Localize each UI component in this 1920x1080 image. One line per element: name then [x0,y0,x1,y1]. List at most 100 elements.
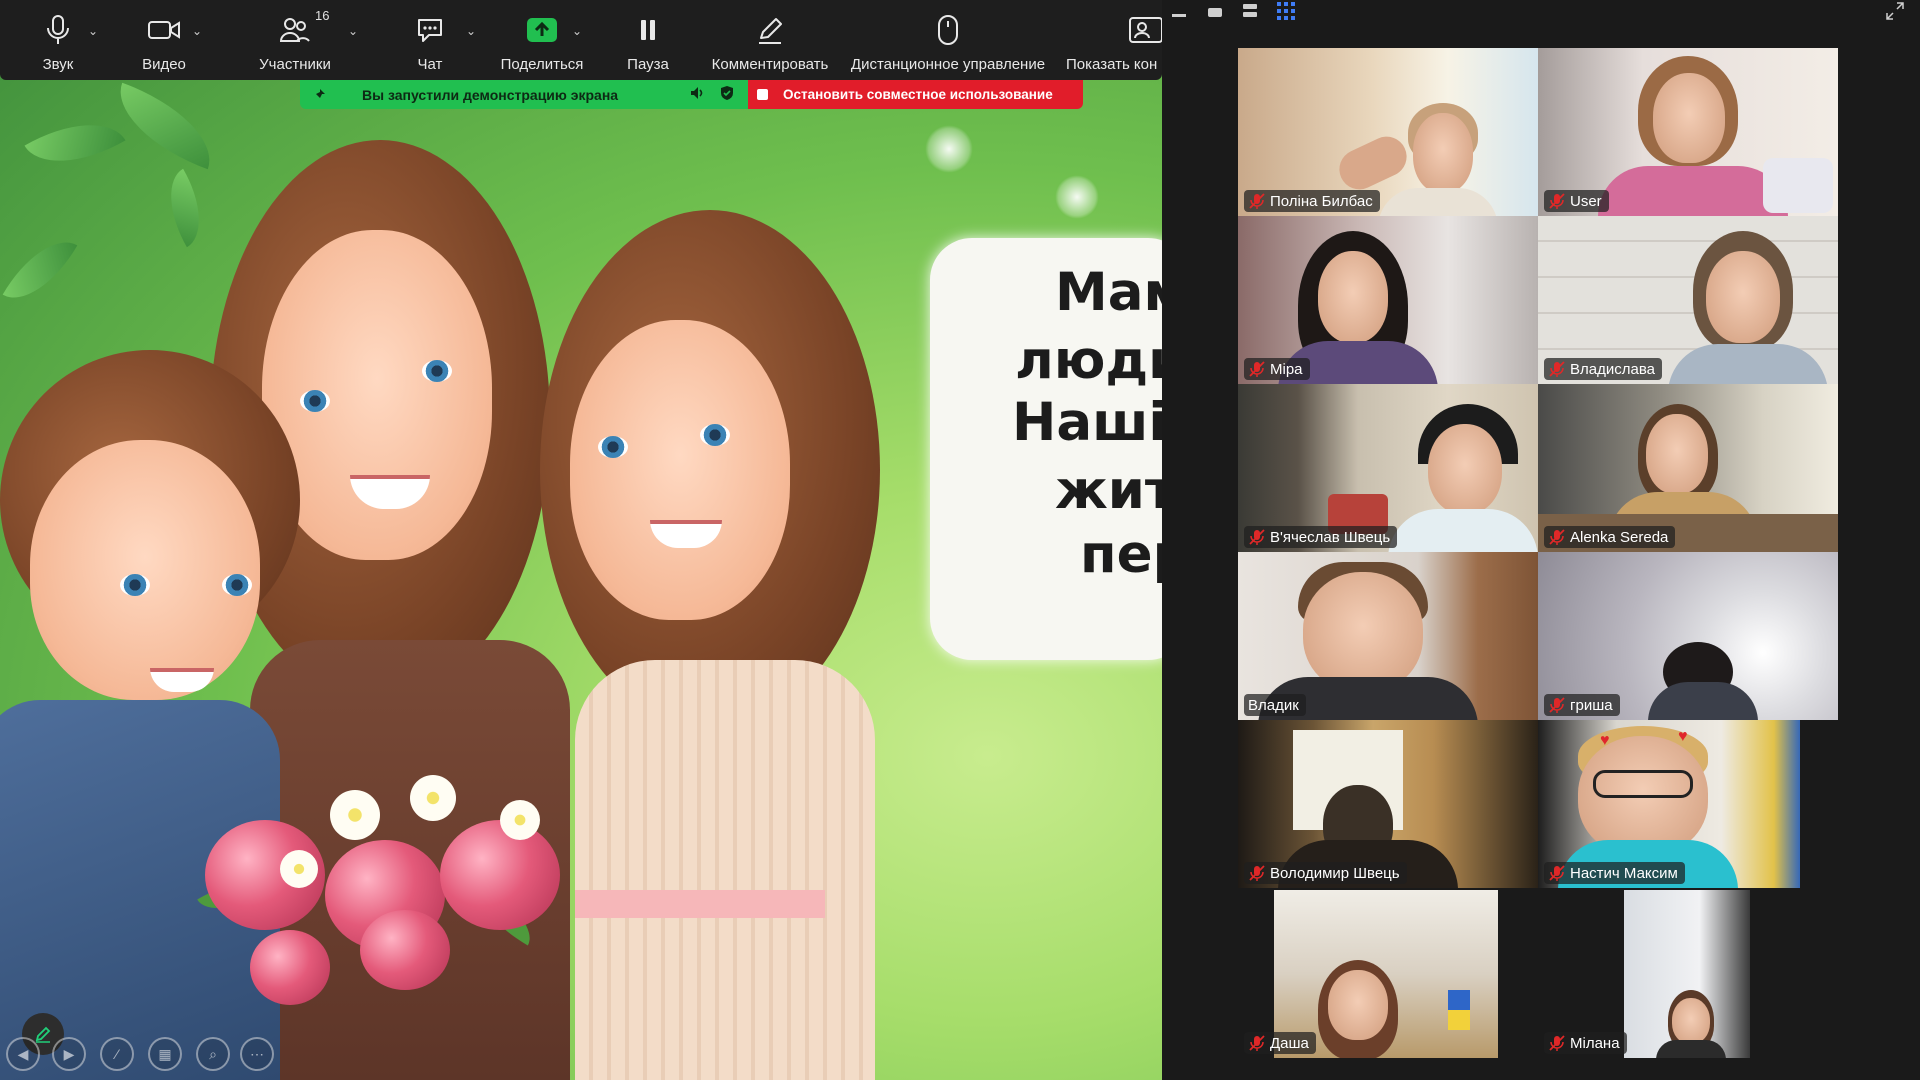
participant-name-tag: Міра [1244,358,1310,380]
fullscreen-icon[interactable] [1886,2,1904,25]
video-tile[interactable]: User [1538,48,1838,216]
pause-share-button[interactable]: Пауза [624,10,672,76]
grid-icon: ▦ [158,1045,172,1062]
speaker-view-icon[interactable] [1243,4,1257,18]
muted-mic-icon [1249,193,1265,209]
chat-icon [418,19,442,42]
video-tile[interactable]: Володимир Швець [1238,720,1538,888]
audio-options-caret[interactable]: ⌄ [88,24,98,38]
annotate-button[interactable]: Комментировать [710,10,830,76]
video-tile[interactable]: ♥ ♥ Настич Максим [1538,720,1800,888]
participant-name-tag: Владислава [1544,358,1662,380]
muted-mic-icon [1549,865,1565,881]
muted-mic-icon [1549,193,1565,209]
participant-name-tag: Даша [1244,1032,1316,1054]
previous-slide-button[interactable]: ◀ [6,1037,40,1071]
sharing-status-text: Вы запустили демонстрацию экрана [362,86,619,103]
video-button[interactable]: Видео [136,10,192,76]
audio-label: Звук [42,56,74,73]
share-screen-icon [527,18,557,42]
chat-options-caret[interactable]: ⌄ [466,24,476,38]
muted-mic-icon [1549,529,1565,545]
arrow-right-icon: ▶ [63,1045,75,1062]
participants-options-caret[interactable]: ⌄ [348,24,358,38]
sharing-status-banner: Вы запустили демонстрацию экрана [300,80,748,109]
participant-name: Поліна Билбас [1270,192,1373,210]
participant-name: Мілана [1570,1034,1620,1052]
shared-screen: Мам люди Наші житт пер [0,0,1162,1080]
magnifier-icon: ⌕ [209,1045,217,1062]
slide-line-3: Наші [1012,392,1162,453]
more-dots-icon: ⋯ [250,1045,264,1062]
participant-name-tag: Поліна Билбас [1244,190,1380,212]
minimize-icon[interactable] [1172,14,1186,17]
participant-name: В'ячеслав Швець [1270,528,1391,546]
muted-mic-icon [1249,529,1265,545]
muted-mic-icon [1549,697,1565,713]
leaf-decoration [2,225,78,315]
muted-mic-icon [1249,1035,1265,1051]
video-camera-icon [148,21,180,39]
pause-icon [641,20,655,40]
pause-label: Пауза [627,56,669,73]
slide-line-4: житт [1055,460,1162,521]
video-tile[interactable]: Владислава [1538,216,1838,384]
participant-name-tag: Володимир Швець [1244,862,1407,884]
participant-name-tag: В'ячеслав Швець [1244,526,1398,548]
leaf-decoration [24,100,126,186]
show-contacts-button[interactable]: Показать кон [1066,10,1162,76]
pink-sash [575,890,825,918]
leaf-decoration [104,82,226,170]
audio-button[interactable]: Звук [34,10,82,76]
participants-label: Участники [259,56,331,73]
stop-sharing-label: Остановить совместное использование [783,87,1053,102]
shield-icon[interactable] [720,85,734,104]
mouse-icon [938,15,958,45]
chat-label: Чат [417,56,443,73]
participant-name: Володимир Швець [1270,864,1400,882]
gallery-view-icon[interactable] [1277,2,1295,25]
share-label: Поделиться [500,56,584,73]
remote-control-label: Дистанционное управление [850,56,1046,73]
chat-button[interactable]: Чат [410,10,450,76]
video-options-caret[interactable]: ⌄ [192,24,202,38]
participant-name-tag: Alenka Sereda [1544,526,1676,548]
video-tile[interactable]: Даша [1238,890,1538,1058]
pen-icon [35,1026,51,1043]
share-button[interactable]: Поделиться [498,10,586,76]
more-options-button[interactable]: ⋯ [240,1037,274,1071]
video-tile[interactable]: Alenka Sereda [1538,384,1838,552]
speaker-icon[interactable] [690,86,706,103]
muted-mic-icon [1249,865,1265,881]
video-label: Видео [142,56,186,73]
annotate-pen-icon [759,18,782,44]
participants-count: 16 [315,8,330,23]
next-slide-button[interactable]: ▶ [52,1037,86,1071]
participant-name-tag: Настич Максим [1544,862,1685,884]
bokeh-light [1055,175,1099,219]
zoom-button[interactable]: ⌕ [196,1037,230,1071]
gallery-view-small-icon[interactable] [1208,8,1222,17]
remote-control-button[interactable]: Дистанционное управление [848,10,1048,76]
participant-name: гриша [1570,696,1613,714]
pin-icon [314,86,328,103]
video-tile[interactable]: гриша [1538,552,1838,720]
muted-mic-icon [1549,361,1565,377]
show-contacts-label: Показать кон [1066,56,1158,73]
pen-tool-button[interactable]: ⁄ [100,1037,134,1071]
participant-name: Настич Максим [1570,864,1678,882]
share-options-caret[interactable]: ⌄ [572,24,582,38]
bokeh-light [925,125,973,173]
video-tile[interactable]: Міра [1238,216,1538,384]
video-tile[interactable]: Мілана [1538,890,1838,1058]
participant-name-tag: Мілана [1544,1032,1627,1054]
video-tile[interactable]: Поліна Билбас [1238,48,1538,216]
video-tile[interactable]: Владик [1238,552,1538,720]
leaf-decoration [151,168,219,248]
annotate-label: Комментировать [711,56,829,73]
video-tile[interactable]: В'ячеслав Швець [1238,384,1538,552]
stop-sharing-button[interactable]: Остановить совместное использование [748,80,1083,109]
slides-grid-button[interactable]: ▦ [148,1037,182,1071]
heart-icon: ♥ [1600,732,1610,749]
heart-icon: ♥ [1678,728,1688,745]
